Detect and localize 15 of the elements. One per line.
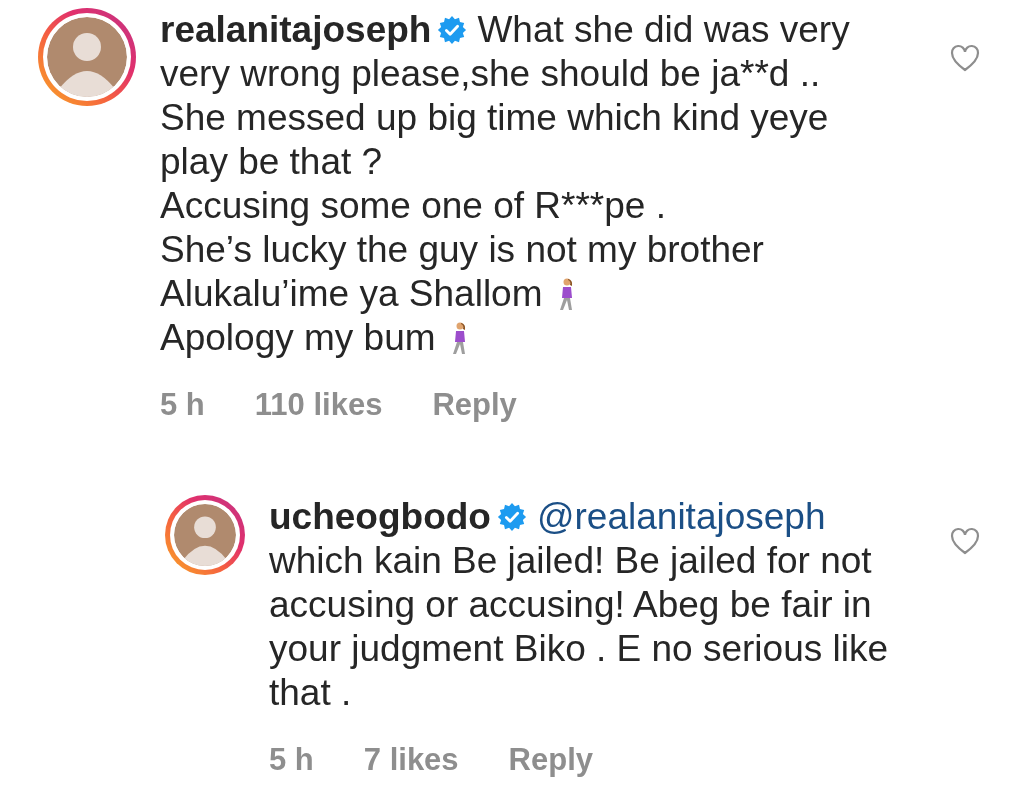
timestamp: 5 h [160, 386, 205, 424]
comment-text: realanitajoseph What she did was very very wrong please,she should be ja**d .. She messed up big time which kind yeye play be that ? Accusing some one of R***pe . She’s lucky the guy is not my brother Alukalu’ime ya Shallom Apology my bum [160, 8, 851, 360]
likes-link[interactable]: 7 likes [363, 736, 459, 783]
heart-icon[interactable] [950, 44, 980, 72]
likes-link[interactable]: 110 likes [254, 382, 383, 429]
comment-text: ucheogbodo @realanitajoseph which kain Be jailed! Be jailed for not accusing or accusing! Abeg be fair in your judgment Biko . E no serious like that . [269, 494, 890, 715]
reply-link[interactable]: Reply [432, 382, 517, 429]
username-link[interactable]: realanitajoseph [160, 9, 432, 50]
avatar[interactable] [47, 17, 127, 97]
timestamp: 5 h [269, 740, 314, 779]
username-link[interactable]: ucheogbodo [269, 495, 491, 537]
avatar[interactable] [174, 503, 236, 566]
mention-link[interactable]: @realanitajoseph [536, 495, 826, 537]
reply-link[interactable]: Reply [508, 736, 594, 783]
heart-icon[interactable] [950, 526, 980, 555]
